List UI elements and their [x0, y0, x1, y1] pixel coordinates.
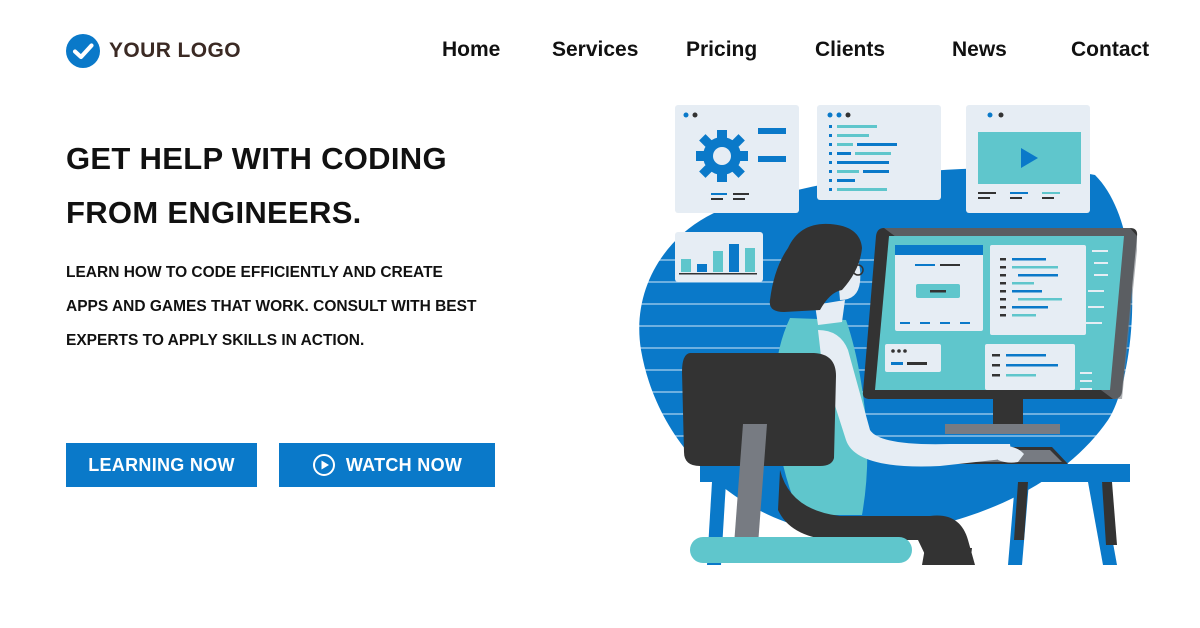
nav-link-clients[interactable]: Clients [815, 38, 885, 62]
watch-now-button[interactable]: WATCH NOW [279, 443, 495, 487]
video-panel [966, 105, 1090, 213]
nav-link-pricing[interactable]: Pricing [686, 38, 757, 62]
nav-link-news[interactable]: News [952, 38, 1007, 62]
nav-link-home[interactable]: Home [442, 38, 500, 62]
learning-now-button[interactable]: LEARNING NOW [66, 443, 257, 487]
settings-panel [675, 105, 799, 213]
hero-headline: GET HELP WITH CODING FROM ENGINEERS. [66, 132, 586, 240]
hero-subtext-line1: LEARN HOW TO CODE EFFICIENTLY AND CREATE [66, 264, 443, 281]
bar-chart-panel [675, 232, 763, 282]
hero-headline-line1: GET HELP WITH CODING [66, 141, 447, 176]
main-nav: Home Services Pricing Clients News Conta… [0, 38, 1200, 64]
hero-subtext-line3: EXPERTS TO APPLY SKILLS IN ACTION. [66, 332, 365, 349]
hero-subtext: LEARN HOW TO CODE EFFICIENTLY AND CREATE… [66, 256, 536, 358]
learning-now-button-label: LEARNING NOW [88, 454, 235, 475]
play-circle-icon [312, 454, 335, 476]
watch-now-button-label: WATCH NOW [345, 454, 463, 475]
hero-illustration [630, 105, 1150, 565]
hero-headline-line2: FROM ENGINEERS. [66, 195, 362, 230]
code-panel [817, 105, 941, 200]
nav-link-services[interactable]: Services [552, 38, 638, 62]
hero-subtext-line2: APPS AND GAMES THAT WORK. CONSULT WITH B… [66, 298, 477, 315]
nav-link-contact[interactable]: Contact [1071, 38, 1149, 62]
